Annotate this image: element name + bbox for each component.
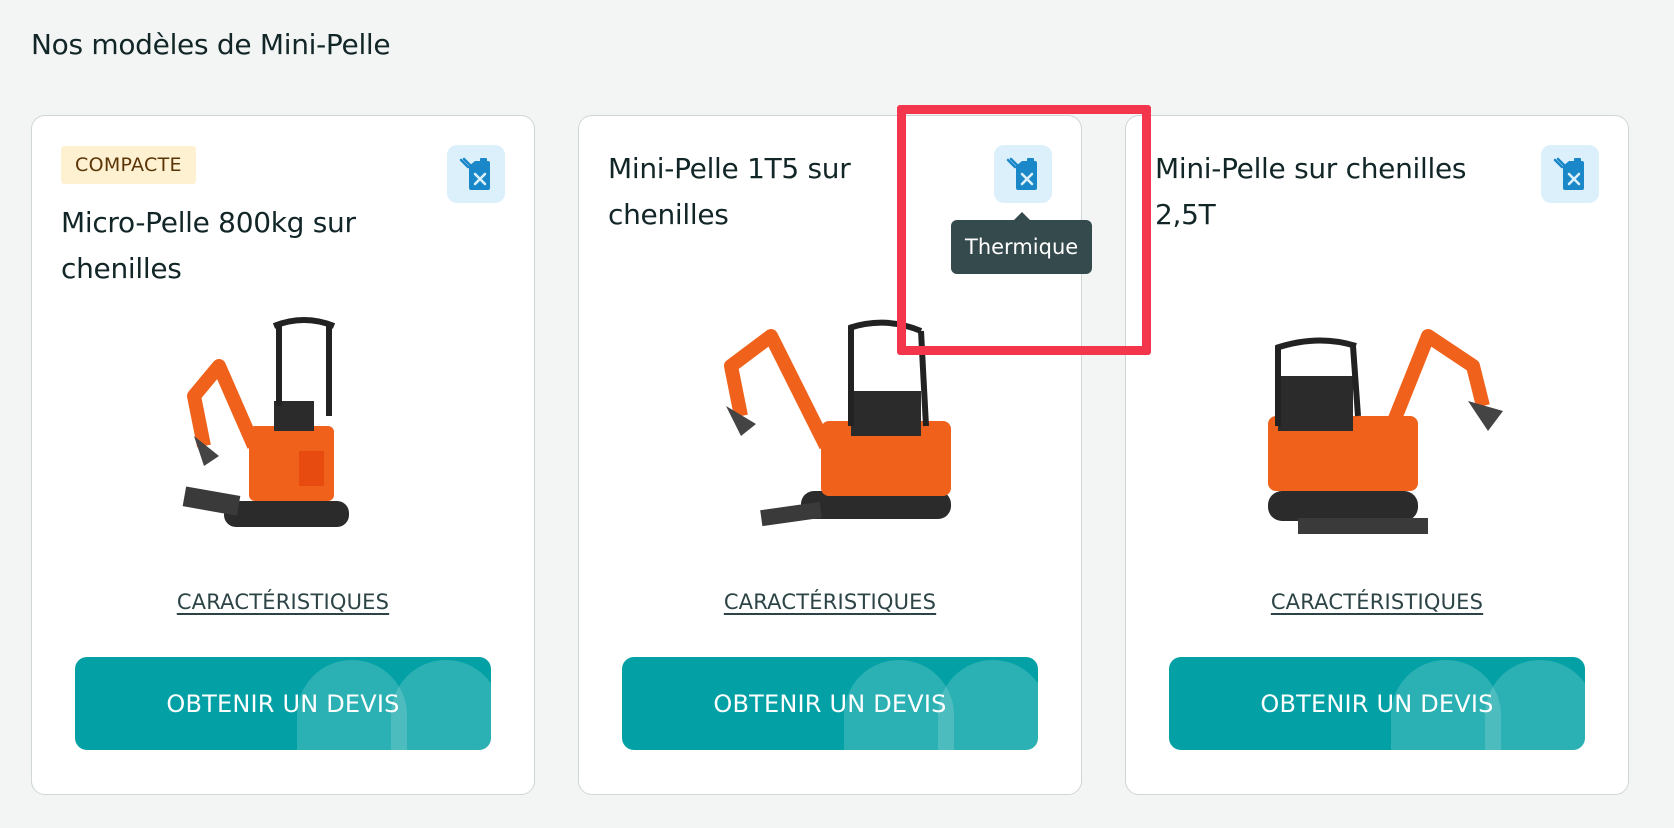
section-title: Nos modèles de Mini-Pelle	[31, 28, 391, 61]
fuel-type-button[interactable]	[447, 145, 505, 203]
fuel-type-tooltip: Thermique	[951, 212, 1093, 274]
product-card-micro-pelle: COMPACTE Micro-Pelle 800kg sur chenilles…	[31, 115, 535, 795]
card-title: Mini-Pelle sur chenilles 2,5T	[1155, 152, 1467, 231]
specs-link[interactable]: CARACTÉRISTIQUES	[579, 590, 1081, 614]
fuel-jerrycan-icon	[1553, 157, 1584, 190]
mini-excavator-2-5t-image	[1218, 306, 1538, 546]
specs-link[interactable]: CARACTÉRISTIQUES	[1126, 590, 1628, 614]
get-quote-label: OBTENIR UN DEVIS	[1260, 689, 1494, 718]
get-quote-button[interactable]: OBTENIR UN DEVIS	[622, 657, 1038, 750]
product-card-mini-pelle-1t5: Mini-Pelle 1T5 sur chenilles CARACTÉRIST…	[578, 115, 1082, 795]
compact-badge: COMPACTE	[61, 146, 196, 184]
get-quote-label: OBTENIR UN DEVIS	[166, 689, 400, 718]
fuel-jerrycan-icon	[459, 157, 490, 190]
get-quote-button[interactable]: OBTENIR UN DEVIS	[1169, 657, 1585, 750]
card-title: Mini-Pelle 1T5 sur chenilles	[608, 152, 851, 231]
specs-link[interactable]: CARACTÉRISTIQUES	[32, 590, 534, 614]
get-quote-button[interactable]: OBTENIR UN DEVIS	[75, 657, 491, 750]
card-title: Micro-Pelle 800kg sur chenilles	[61, 206, 356, 285]
fuel-jerrycan-icon	[1006, 157, 1037, 190]
micro-excavator-image	[124, 306, 444, 546]
mini-excavator-1t5-image	[671, 306, 991, 546]
fuel-type-button[interactable]	[1541, 145, 1599, 203]
get-quote-label: OBTENIR UN DEVIS	[713, 689, 947, 718]
fuel-type-button[interactable]	[994, 145, 1052, 203]
product-card-mini-pelle-2-5t: Mini-Pelle sur chenilles 2,5T CARACTÉRIS…	[1125, 115, 1629, 795]
